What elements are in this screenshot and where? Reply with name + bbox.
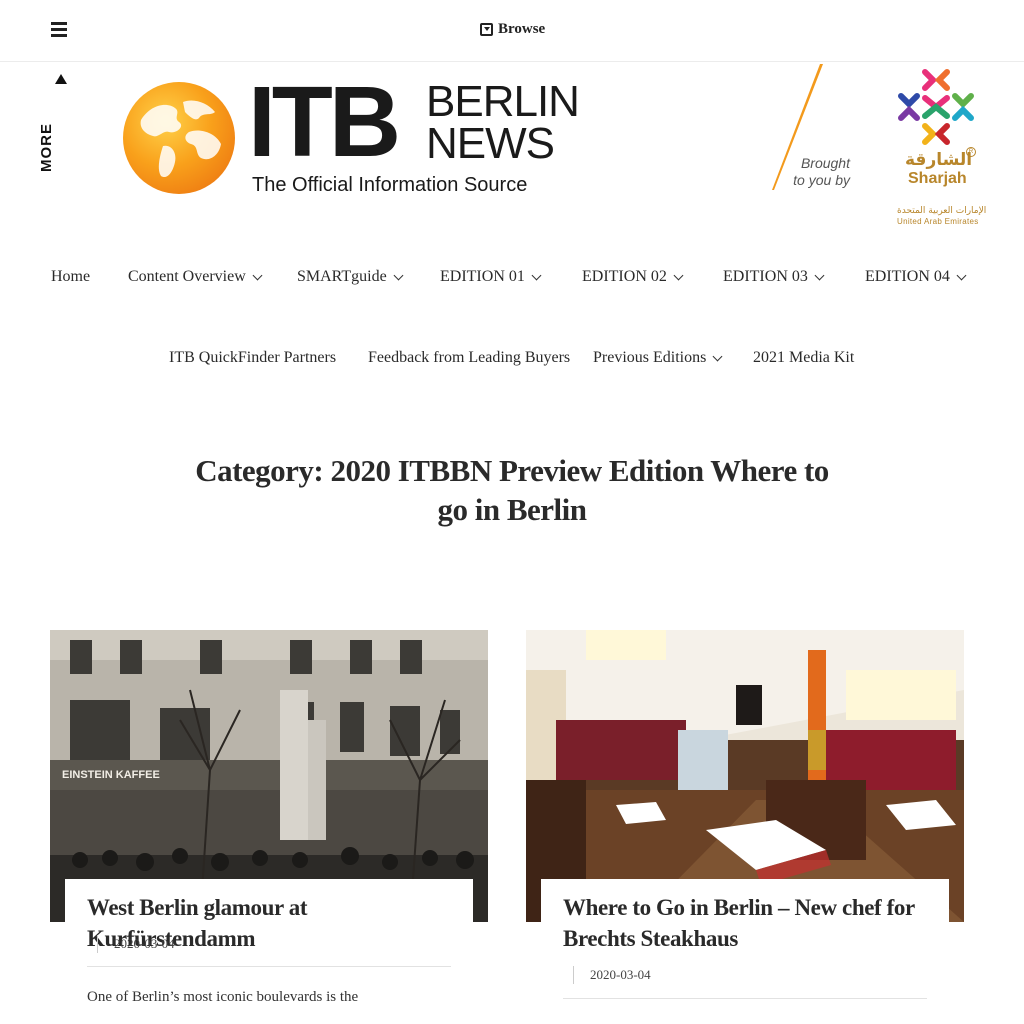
post-divider bbox=[87, 966, 451, 967]
logo-news: NEWS bbox=[426, 119, 555, 168]
post-excerpt: One of Berlin’s most iconic boulevards i… bbox=[87, 989, 359, 1005]
page-title: Category: 2020 ITBBN Preview Edition Whe… bbox=[195, 453, 829, 527]
post-date: 2020-03-04 bbox=[573, 966, 651, 984]
nav-2021-media-kit[interactable]: 2021 Media Kit bbox=[753, 349, 854, 367]
chevron-down-icon bbox=[531, 270, 542, 280]
hamburger-icon[interactable] bbox=[51, 22, 67, 37]
cafe-sign-text: EINSTEIN KAFFEE bbox=[62, 769, 160, 781]
nav-label: 2021 Media Kit bbox=[753, 349, 855, 366]
logo-tagline: The Official Information Source bbox=[252, 174, 528, 196]
chevron-down-icon bbox=[673, 270, 684, 280]
chevron-down-icon bbox=[956, 270, 967, 280]
nav-edition-01[interactable]: EDITION 01 bbox=[440, 268, 542, 286]
top-bar: Browse bbox=[0, 0, 1024, 62]
site-logo[interactable]: ITB BERLIN NEWS The Official Information… bbox=[120, 72, 580, 198]
globe-icon bbox=[123, 82, 235, 194]
nav-label: SMARTguide bbox=[297, 268, 387, 285]
chevron-down-icon bbox=[393, 270, 404, 280]
nav-content-overview[interactable]: Content Overview bbox=[128, 268, 263, 286]
sharjah-logo-icon[interactable] bbox=[895, 66, 977, 148]
nav-label: EDITION 01 bbox=[440, 268, 525, 285]
post-date: 2020-03-04 bbox=[97, 935, 175, 953]
nav-label: Feedback from Leading Buyers bbox=[368, 349, 571, 366]
brought-line-2: to you by bbox=[793, 172, 850, 188]
more-label: MORE bbox=[38, 123, 55, 172]
browse-icon bbox=[480, 23, 493, 36]
browse-button[interactable]: Browse bbox=[480, 21, 545, 38]
chevron-down-icon bbox=[252, 270, 263, 280]
logo-itb: ITB bbox=[248, 66, 401, 178]
nav-label: EDITION 03 bbox=[723, 268, 808, 285]
more-toggle[interactable]: MORE bbox=[38, 72, 82, 172]
nav-label: Content Overview bbox=[128, 268, 246, 285]
triangle-up-icon bbox=[55, 74, 67, 84]
nav-home[interactable]: Home bbox=[51, 268, 90, 286]
nav-label: Home bbox=[51, 268, 91, 285]
nav-edition-03[interactable]: EDITION 03 bbox=[723, 268, 825, 286]
brought-to-you-by: Brought to you by bbox=[786, 155, 850, 189]
logo-berlin: BERLIN bbox=[426, 77, 580, 126]
post-title[interactable]: Where to Go in Berlin – New chef for Bre… bbox=[563, 892, 923, 954]
nav-label: Previous Editions bbox=[593, 349, 707, 366]
nav-smartguide[interactable]: SMARTguide bbox=[297, 268, 404, 286]
nav-label: EDITION 02 bbox=[582, 268, 667, 285]
nav-edition-04[interactable]: EDITION 04 bbox=[865, 268, 967, 286]
browse-label: Browse bbox=[498, 21, 546, 37]
brought-line-1: Brought bbox=[800, 155, 850, 171]
nav-edition-02[interactable]: EDITION 02 bbox=[582, 268, 684, 286]
registered-icon: R bbox=[966, 147, 976, 157]
sharjah-arabic-name: الشارقة bbox=[905, 150, 973, 170]
uae-arabic: الإمارات العربية المتحدة bbox=[897, 206, 987, 216]
sharjah-english-name: Sharjah bbox=[908, 170, 967, 187]
post-divider bbox=[563, 998, 927, 999]
chevron-down-icon bbox=[712, 351, 723, 361]
nav-itb-quickfinder-partners[interactable]: ITB QuickFinder Partners bbox=[169, 349, 336, 367]
nav-feedback-leading-buyers[interactable]: Feedback from Leading Buyers bbox=[368, 349, 570, 367]
post-card-2: Where to Go in Berlin – New chef for Bre… bbox=[541, 879, 949, 1024]
nav-label: ITB QuickFinder Partners bbox=[169, 349, 337, 366]
chevron-down-icon bbox=[814, 270, 825, 280]
nav-previous-editions[interactable]: Previous Editions bbox=[593, 349, 723, 367]
nav-label: EDITION 04 bbox=[865, 268, 950, 285]
uae-english: United Arab Emirates bbox=[897, 217, 979, 226]
